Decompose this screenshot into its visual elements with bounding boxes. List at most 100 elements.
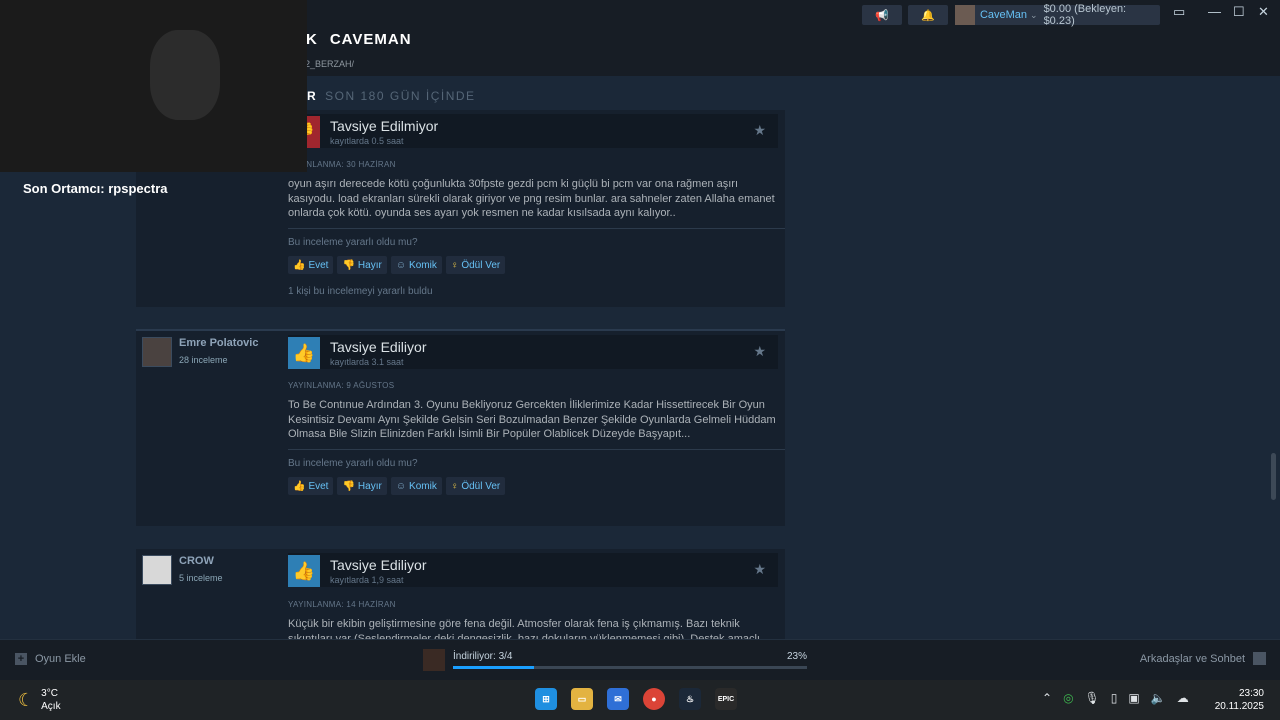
divider xyxy=(136,329,785,331)
review-hours: kayıtlarda 3.1 saat xyxy=(330,357,404,367)
weather-condition: Açık xyxy=(41,701,61,712)
button-label: Hayır xyxy=(357,480,382,492)
epic-games-icon[interactable]: EPIC xyxy=(715,688,737,710)
add-game-label: Oyun Ekle xyxy=(35,653,86,665)
review-verdict: Tavsiye Ediliyor xyxy=(330,557,427,573)
button-label: Ödül Ver xyxy=(461,480,501,492)
date: 20.11.2025 xyxy=(1214,701,1264,712)
thumbs-down-icon: 👎 xyxy=(342,480,355,492)
review-hours: kayıtlarda 1,9 saat xyxy=(330,575,404,585)
star-icon[interactable]: ★ xyxy=(753,343,766,360)
section-filter-label: SON 180 GÜN İÇİNDE xyxy=(325,89,476,103)
moon-icon: ☾ xyxy=(18,689,35,710)
plus-icon: + xyxy=(15,653,27,665)
close-button[interactable]: ✕ xyxy=(1258,4,1269,20)
vote-buttons: 👍 Evet 👎 Hayır ☺ Komik ♀ Ödül Ver xyxy=(288,256,506,274)
author-review-count[interactable]: 28 inceleme xyxy=(179,355,258,365)
bell-icon: 🔔 xyxy=(921,9,935,22)
game-title: CAVEMAN xyxy=(329,31,412,48)
no-button[interactable]: 👎 Hayır xyxy=(337,477,387,495)
notifications-button[interactable]: 🔔 xyxy=(908,5,948,25)
review-date: YAYINLANMA: 14 HAZİRAN xyxy=(288,600,396,609)
progress-fill xyxy=(453,666,535,669)
mail-icon[interactable]: ✉ xyxy=(607,688,629,710)
review-card: CROW 5 inceleme 👍 Tavsiye Ediliyor kayıt… xyxy=(136,549,785,639)
award-button[interactable]: ♀ Ödül Ver xyxy=(445,256,506,274)
taskbar-apps: ⊞ ▭ ✉ ● ♨ EPIC xyxy=(535,688,737,710)
file-explorer-icon[interactable]: ▭ xyxy=(571,688,593,710)
review-verdict: Tavsiye Ediliyor xyxy=(330,339,427,355)
friends-chat-button[interactable]: Arkadaşlar ve Sohbet xyxy=(1140,652,1266,665)
download-percent: 23% xyxy=(786,651,807,662)
funny-button[interactable]: ☺ Komik xyxy=(390,256,442,274)
author-name[interactable]: CROW xyxy=(179,555,223,567)
wallet-balance: $0.00 (Bekleyen: $0.23) xyxy=(1043,3,1127,27)
divider xyxy=(288,449,785,450)
button-label: Evet xyxy=(308,480,329,492)
no-button[interactable]: 👎 Hayır xyxy=(337,256,387,274)
review-header[interactable]: 👍 Tavsiye Ediliyor kayıtlarda 1,9 saat ★ xyxy=(288,553,778,587)
section-tab[interactable]: R xyxy=(307,89,317,103)
webcam-figure xyxy=(150,30,220,120)
vote-buttons: 👍 Evet 👎 Hayır ☺ Komik ♀ Ödül Ver xyxy=(288,477,506,495)
maximize-icon: ☐ xyxy=(1233,4,1245,19)
steam-icon[interactable]: ♨ xyxy=(679,688,701,710)
thumbs-up-icon: 👍 xyxy=(288,555,320,587)
review-header[interactable]: 👎 Tavsiye Edilmiyor kayıtlarda 0.5 saat … xyxy=(288,114,778,148)
breadcrumb: _2_BERZAH/ xyxy=(300,59,355,69)
time: 23:30 xyxy=(1238,688,1264,699)
divider xyxy=(288,228,785,229)
star-icon[interactable]: ★ xyxy=(753,122,766,139)
review-body: To Be Contınue Ardından 3. Oyunu Bekliyo… xyxy=(288,399,776,440)
minimize-button[interactable]: — xyxy=(1208,4,1221,19)
network-icon[interactable]: ▣ xyxy=(1128,691,1139,705)
monitor-icon: ▭ xyxy=(1173,4,1186,19)
taskbar: ☾ 3°C Açık ⊞ ▭ ✉ ● ♨ EPIC ⌃ ◎ 🎙 ▯ ▣ 🔈 ☁ … xyxy=(0,680,1280,720)
friends-label: Arkadaşlar ve Sohbet xyxy=(1139,652,1245,665)
chevron-down-icon: ⌄ xyxy=(1030,9,1038,20)
account-name: CaveMan xyxy=(979,9,1028,21)
friends-icon xyxy=(1253,652,1266,665)
account-menu[interactable]: CaveMan ⌄ $0.00 (Bekleyen: $0.23) xyxy=(955,3,1160,27)
scrollbar[interactable] xyxy=(1271,453,1276,500)
weather-widget[interactable]: ☾ 3°C Açık xyxy=(18,687,61,713)
yes-button[interactable]: 👍 Evet xyxy=(288,256,334,274)
helpful-question: Bu inceleme yararlı oldu mu? xyxy=(288,458,418,469)
clock[interactable]: 23:30 20.11.2025 xyxy=(1215,687,1264,713)
thumbs-down-icon: 👎 xyxy=(342,259,355,271)
review-date: YAYINLANMA: 9 AĞUSTOS xyxy=(288,381,395,390)
steam-bottom-bar: + Oyun Ekle İndiriliyor: 3/4 23% Arkadaş… xyxy=(0,639,1280,681)
battery-icon[interactable]: ▯ xyxy=(1111,691,1118,705)
add-game-button[interactable]: + Oyun Ekle xyxy=(15,653,86,665)
chrome-icon[interactable]: ● xyxy=(643,688,665,710)
review-body: oyun aşırı derecede kötü çoğunlukta 30fp… xyxy=(288,178,775,219)
status-icon[interactable]: ◎ xyxy=(1063,691,1073,705)
windows-start-icon[interactable]: ⊞ xyxy=(535,688,557,710)
review-header[interactable]: 👍 Tavsiye Ediliyor kayıtlarda 3.1 saat ★ xyxy=(288,335,778,369)
funny-button[interactable]: ☺ Komik xyxy=(390,477,442,495)
download-progress[interactable]: İndiriliyor: 3/4 23% xyxy=(423,648,807,674)
announcements-button[interactable]: 📢 xyxy=(862,5,902,25)
button-label: Ödül Ver xyxy=(461,259,501,271)
review-author[interactable]: Emre Polatovic 28 inceleme xyxy=(142,337,258,367)
star-icon[interactable]: ★ xyxy=(753,561,766,578)
author-name[interactable]: Emre Polatovic xyxy=(179,337,258,349)
review-author[interactable]: CROW 5 inceleme xyxy=(142,555,223,585)
section-header: R SON 180 GÜN İÇİNDE xyxy=(307,89,476,103)
yes-button[interactable]: 👍 Evet xyxy=(288,477,334,495)
speaker-icon[interactable]: 🔈 xyxy=(1151,691,1166,705)
award-button[interactable]: ♀ Ödül Ver xyxy=(445,477,506,495)
big-picture-button[interactable]: ▭ xyxy=(1173,4,1185,20)
thumbs-up-icon: 👍 xyxy=(293,480,306,492)
button-label: Hayır xyxy=(357,259,382,271)
minimize-icon: — xyxy=(1208,4,1221,19)
temperature: 3°C xyxy=(41,688,58,699)
cloud-icon[interactable]: ☁ xyxy=(1177,691,1189,705)
download-label: İndiriliyor: 3/4 xyxy=(453,651,513,662)
microphone-icon[interactable]: 🎙 xyxy=(1085,691,1100,705)
chevron-up-icon[interactable]: ⌃ xyxy=(1042,691,1052,705)
author-review-count[interactable]: 5 inceleme xyxy=(179,573,223,583)
maximize-button[interactable]: ☐ xyxy=(1233,4,1245,20)
close-icon: ✕ xyxy=(1258,4,1269,19)
avatar xyxy=(955,5,975,25)
